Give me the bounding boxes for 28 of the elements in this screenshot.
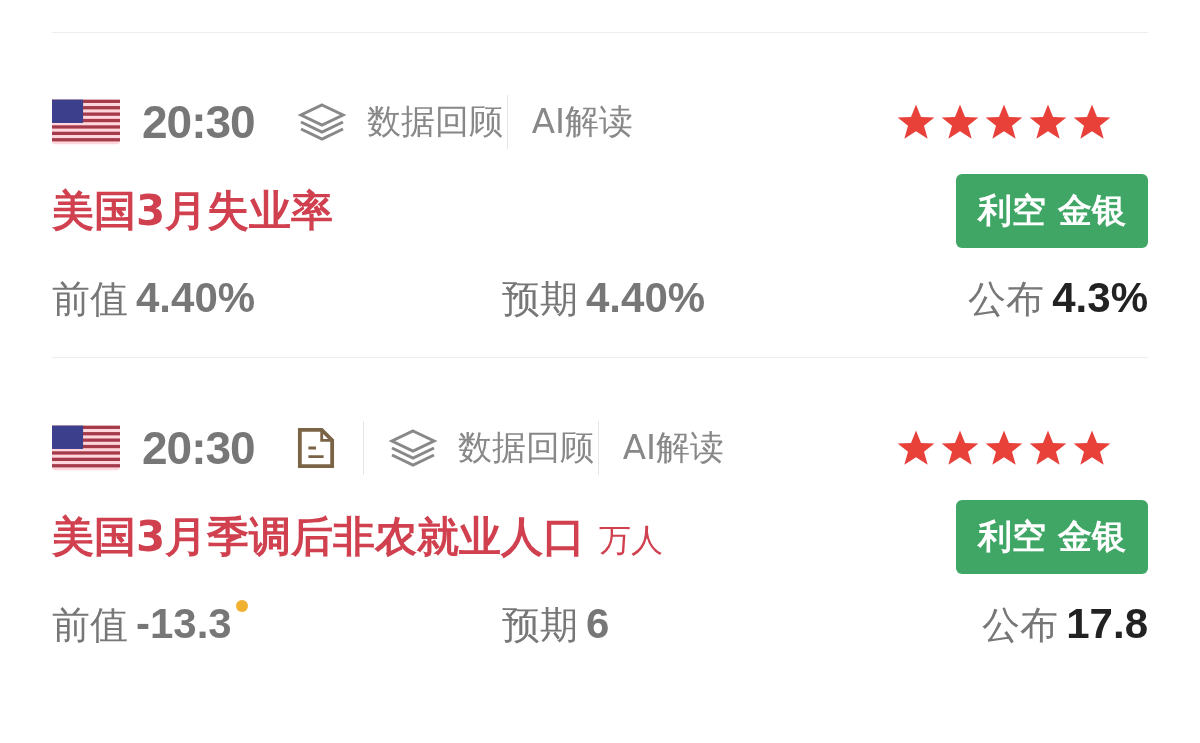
actual-value: 4.3% <box>1052 274 1148 322</box>
document-icon[interactable] <box>296 427 335 469</box>
previous-value: 4.40% <box>136 274 256 322</box>
actual-value: 17.8 <box>1066 600 1148 648</box>
actual-label: 公布 <box>968 276 1045 323</box>
unit-label: 万人 <box>599 520 664 561</box>
impact-tag: 利空 金银 <box>956 174 1148 248</box>
event-time: 20:30 <box>142 421 255 475</box>
previous-label: 前值 <box>52 602 128 649</box>
impact-tag: 利空 金银 <box>956 500 1148 574</box>
layers-icon <box>387 428 438 468</box>
previous-value: -13.3 <box>136 600 232 648</box>
layers-icon <box>296 102 347 142</box>
event-title: 美国3月失业率 <box>52 185 334 237</box>
forecast-label: 预期 <box>502 276 578 323</box>
forecast-label: 预期 <box>502 602 578 649</box>
forecast-value: 6 <box>586 600 610 648</box>
data-review-link[interactable]: 数据回顾 <box>387 425 594 471</box>
actual-label: 公布 <box>982 602 1059 649</box>
flag-icon <box>52 99 120 145</box>
flag-icon <box>52 425 120 471</box>
data-review-link[interactable]: 数据回顾 <box>296 99 503 145</box>
forecast-value: 4.40% <box>586 274 706 322</box>
event-title: 美国3月季调后非农就业人口 <box>52 511 586 563</box>
event-time: 20:30 <box>142 95 255 149</box>
previous-label: 前值 <box>52 276 128 323</box>
ai-analysis-link[interactable]: AI解读 <box>531 99 633 145</box>
ai-analysis-link[interactable]: AI解读 <box>622 425 724 471</box>
